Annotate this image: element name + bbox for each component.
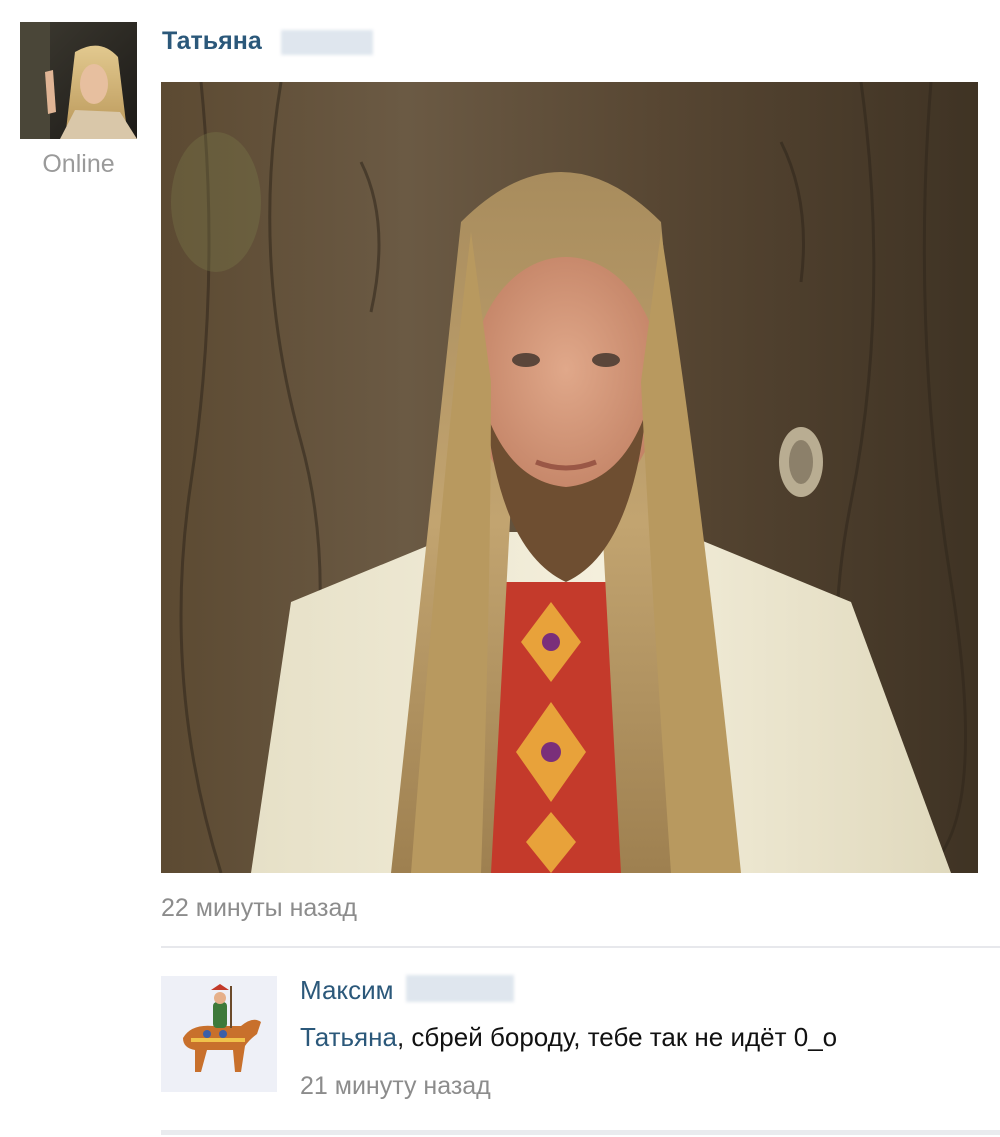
redacted-surname	[281, 30, 373, 55]
post-timestamp[interactable]: 22 минуты назад	[161, 894, 357, 923]
comment-author-name[interactable]: Максим	[300, 975, 393, 1006]
comment-divider	[161, 1130, 1000, 1135]
comment-text: Татьяна, сбрей бороду, тебе так не идёт …	[300, 1022, 837, 1053]
online-status: Online	[42, 150, 115, 178]
comment-body: , сбрей бороду, тебе так не идёт 0_о	[396, 1022, 838, 1052]
comment-mention-link[interactable]: Татьяна	[300, 1022, 397, 1052]
post-divider	[161, 946, 1000, 948]
post-photo[interactable]	[161, 82, 978, 873]
author-avatar-photo	[20, 22, 137, 139]
comment-timestamp[interactable]: 21 минуту назад	[300, 1072, 491, 1101]
redacted-surname	[406, 975, 514, 1002]
post-author-name[interactable]: Татьяна	[162, 27, 262, 56]
author-avatar[interactable]	[20, 22, 137, 139]
comment-author-avatar[interactable]	[161, 976, 277, 1092]
post-photo-image	[161, 82, 978, 873]
horse-rider-icon	[161, 976, 277, 1092]
